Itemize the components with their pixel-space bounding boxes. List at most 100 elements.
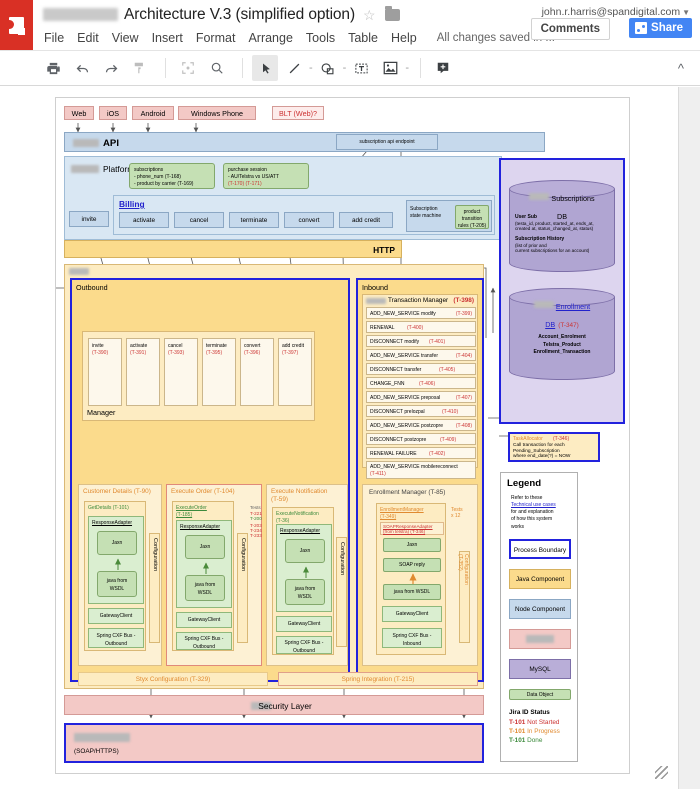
styx-configuration-bar[interactable]: Styx Configuration (T-329) <box>78 672 268 686</box>
page-title[interactable]: Architecture V.3 (simplified option) <box>124 6 355 24</box>
line-dropdown-caret[interactable]: - <box>309 62 313 74</box>
subscription-state-machine[interactable]: Subscription state machine product trans… <box>406 200 492 232</box>
txmgr-row[interactable]: DISCONNECT prelozpal (T-410) <box>366 405 476 417</box>
client-box-blt[interactable]: BLT (Web)? <box>272 106 324 120</box>
component-configuration[interactable]: Configuration (T-352) <box>457 551 470 643</box>
txmgr-row[interactable]: DISCONNECT postzopre (T-409) <box>366 433 476 445</box>
txmgr-row[interactable]: ADD_NEW_SERVICE preposal (T-407) <box>366 391 476 403</box>
menu-tools[interactable]: Tools <box>306 31 335 45</box>
component-bus[interactable]: Spring CXF Bus - Outbound <box>276 636 332 654</box>
platform-container[interactable]: Platform subscriptions - phone_num (T-16… <box>64 156 502 240</box>
spring-integration-bar[interactable]: Spring Integration (T-215) <box>278 672 478 686</box>
star-icon[interactable]: ☆ <box>363 8 376 22</box>
share-button[interactable]: Share <box>629 18 692 38</box>
component-configuration[interactable]: Configuration <box>336 537 347 647</box>
txmgr-row[interactable]: DISCONNECT transfer (T-405) <box>366 363 476 375</box>
component-bus[interactable]: Spring CXF Bus - Outbound <box>88 628 144 648</box>
image-icon[interactable] <box>377 55 403 81</box>
canvas-scroll-gutter[interactable] <box>678 87 700 789</box>
component-step-java-wsdl[interactable]: java from WSDL <box>97 571 137 597</box>
component-step-jaxn[interactable]: Jaxn <box>185 535 225 559</box>
resize-grip[interactable] <box>655 766 668 779</box>
manager-container[interactable]: Manager invite (T-390) activate (T-391) … <box>82 331 315 421</box>
client-box-web[interactable]: Web <box>64 106 94 120</box>
component-step-jaxn[interactable]: Jaxn <box>97 531 137 555</box>
component-configuration[interactable]: Configuration <box>149 533 160 643</box>
shape-icon[interactable] <box>315 55 341 81</box>
task-allocator-box[interactable]: TaskAllocator (T-346) Call transaction f… <box>508 432 600 462</box>
account-menu[interactable]: john.r.harris@spandigital.com ▼ <box>542 6 690 18</box>
manager-op-invite[interactable]: invite (T-390) <box>88 338 122 406</box>
manager-op-add-credit[interactable]: add credit (T-397) <box>278 338 312 406</box>
enrollment-db-cylinder[interactable]: Enrollment DB (T-347) Account_Enrolment T… <box>509 288 615 380</box>
component-gateway-client[interactable]: GatewayClient <box>276 616 332 632</box>
client-box-android[interactable]: Android <box>132 106 174 120</box>
external-system-box[interactable]: (SOAP/HTTPS) <box>64 723 484 763</box>
txmgr-row[interactable]: RENEWAL FAILURE (T-402) <box>366 447 476 459</box>
undo-icon[interactable] <box>69 55 95 81</box>
component-step-jaxn[interactable]: Jaxn <box>383 538 441 552</box>
billing-op-convert[interactable]: convert <box>284 212 334 228</box>
component-step-java-wsdl[interactable]: java from WSDL <box>383 584 441 600</box>
legend-item-redacted[interactable] <box>509 629 571 649</box>
billing-op-cancel[interactable]: cancel <box>174 212 224 228</box>
component-adapter-group[interactable]: ResponseAdapter Jaxn java from WSDL <box>276 524 332 612</box>
component-execute-notification[interactable]: Execute Notification (T-59) ExecuteNotif… <box>266 484 348 666</box>
billing-op-terminate[interactable]: terminate <box>229 212 279 228</box>
txmgr-row[interactable]: DISCONNECT modify (T-401) <box>366 335 476 347</box>
component-step-java-wsdl[interactable]: java from WSDL <box>285 579 325 605</box>
component-step-java-wsdl[interactable]: java from WSDL <box>185 575 225 601</box>
comment-icon[interactable] <box>430 55 456 81</box>
component-gateway-client[interactable]: GatewayClient <box>176 612 232 628</box>
zoom-icon[interactable] <box>204 55 230 81</box>
redo-icon[interactable] <box>98 55 124 81</box>
textbox-icon[interactable] <box>348 55 374 81</box>
paint-format-icon[interactable] <box>127 55 153 81</box>
billing-container[interactable]: Billing activate cancel terminate conver… <box>113 195 495 235</box>
client-box-ios[interactable]: iOS <box>99 106 127 120</box>
select-arrow-icon[interactable] <box>252 55 278 81</box>
api-band[interactable]: API <box>64 132 545 152</box>
shape-dropdown-caret[interactable]: - <box>343 62 347 74</box>
folder-icon[interactable] <box>384 5 400 21</box>
drawing-canvas[interactable]: Web iOS Android Windows Phone BLT (Web)?… <box>0 87 678 789</box>
component-bus[interactable]: Spring CXF Bus - Inbound <box>382 628 442 648</box>
note-purchase-session[interactable]: purchase session - AU/Telstra vs US/ATT … <box>223 163 309 189</box>
component-customer-details[interactable]: Customer Details (T-90) GetDetails (T-10… <box>78 484 162 666</box>
menu-table[interactable]: Table <box>348 31 378 45</box>
txmgr-row[interactable]: ADD_NEW_SERVICE mobilereconnect (T-411) <box>366 461 476 479</box>
line-icon[interactable] <box>281 55 307 81</box>
http-band[interactable]: HTTP <box>64 240 402 258</box>
legend-item-data-object[interactable]: Data Object <box>509 689 571 700</box>
legend-item-node-component[interactable]: Node Component <box>509 599 571 619</box>
component-adapter-group[interactable]: ResponseAdapter Jaxn java from WSDL <box>176 520 232 608</box>
txmgr-row[interactable]: CHANGE_FNN (T-406) <box>366 377 476 389</box>
component-enrollment-manager[interactable]: Enrollment Manager (T-85) EnrollmentMana… <box>362 484 478 666</box>
billing-op-activate[interactable]: activate <box>119 212 169 228</box>
security-layer-band[interactable]: Security Layer <box>64 695 484 715</box>
legend-item-process-boundary[interactable]: Process Boundary <box>509 539 571 559</box>
state-machine-note[interactable]: product transition rules (T-205) <box>455 205 489 229</box>
manager-op-cancel[interactable]: cancel (T-393) <box>164 338 198 406</box>
menu-help[interactable]: Help <box>391 31 417 45</box>
legend-item-java-component[interactable]: Java Component <box>509 569 571 589</box>
manager-op-activate[interactable]: activate (T-391) <box>126 338 160 406</box>
client-box-windows-phone[interactable]: Windows Phone <box>178 106 256 120</box>
component-bus[interactable]: Spring CXF Bus - Outbound <box>176 632 232 650</box>
component-gateway-client[interactable]: GatewayClient <box>88 608 144 624</box>
menu-insert[interactable]: Insert <box>152 31 183 45</box>
transaction-manager-container[interactable]: Transaction Manager (T-398) ADD_NEW_SERV… <box>362 294 478 479</box>
menu-arrange[interactable]: Arrange <box>248 31 292 45</box>
component-inner[interactable]: EnrollmentManager (T-349) SOAPResponseAd… <box>376 503 446 655</box>
component-inner[interactable]: GetDetails (T-101) ResponseAdapter Jaxn … <box>84 501 146 651</box>
billing-op-add-credit[interactable]: add credit <box>339 212 393 228</box>
txmgr-row[interactable]: ADD_NEW_SERVICE modify (T-399) <box>366 307 476 319</box>
component-inner[interactable]: ExecuteOrder (T-185) ResponseAdapter Jax… <box>172 501 234 651</box>
subscriptions-db-cylinder[interactable]: Subscriptions DB User Sub (testa_id, pro… <box>509 180 615 272</box>
api-endpoint-box[interactable]: subscription api endpoint <box>336 134 438 150</box>
component-step-soap-reply[interactable]: SOAP reply <box>383 558 441 572</box>
component-configuration[interactable]: Configuration <box>237 533 248 643</box>
component-step-jaxn[interactable]: Jaxn <box>285 539 325 563</box>
menu-view[interactable]: View <box>112 31 139 45</box>
print-icon[interactable] <box>40 55 66 81</box>
